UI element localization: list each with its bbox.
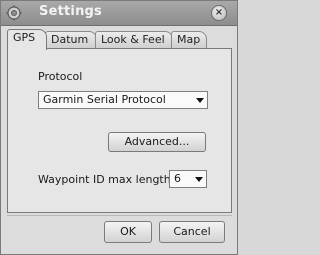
tab-bar: GPS Datum Look & Feel Map xyxy=(7,29,233,50)
title-bar[interactable]: Settings × xyxy=(1,1,237,26)
waypoint-id-label: Waypoint ID max length: xyxy=(38,173,175,186)
settings-dialog: Settings × GPS Datum Look & Feel Map Pro… xyxy=(0,0,238,255)
chevron-down-icon xyxy=(196,98,204,103)
chevron-down-icon xyxy=(195,177,203,182)
tab-datum[interactable]: Datum xyxy=(45,31,97,48)
divider xyxy=(7,215,232,216)
ok-button[interactable]: OK xyxy=(104,221,152,243)
tab-gps[interactable]: GPS xyxy=(7,29,47,50)
tab-map[interactable]: Map xyxy=(171,31,207,48)
gear-icon xyxy=(6,5,22,21)
close-icon[interactable]: × xyxy=(211,5,227,21)
advanced-button[interactable]: Advanced... xyxy=(108,132,206,152)
cancel-button[interactable]: Cancel xyxy=(159,221,225,243)
waypoint-id-value: 6 xyxy=(174,172,181,185)
protocol-select-value: Garmin Serial Protocol xyxy=(43,93,166,106)
gps-panel: Protocol Garmin Serial Protocol Advanced… xyxy=(7,48,232,213)
tab-look-and-feel[interactable]: Look & Feel xyxy=(95,31,173,48)
protocol-label: Protocol xyxy=(38,70,83,83)
window-title: Settings xyxy=(39,4,102,19)
waypoint-id-select[interactable]: 6 xyxy=(169,170,207,188)
protocol-select[interactable]: Garmin Serial Protocol xyxy=(38,91,208,109)
